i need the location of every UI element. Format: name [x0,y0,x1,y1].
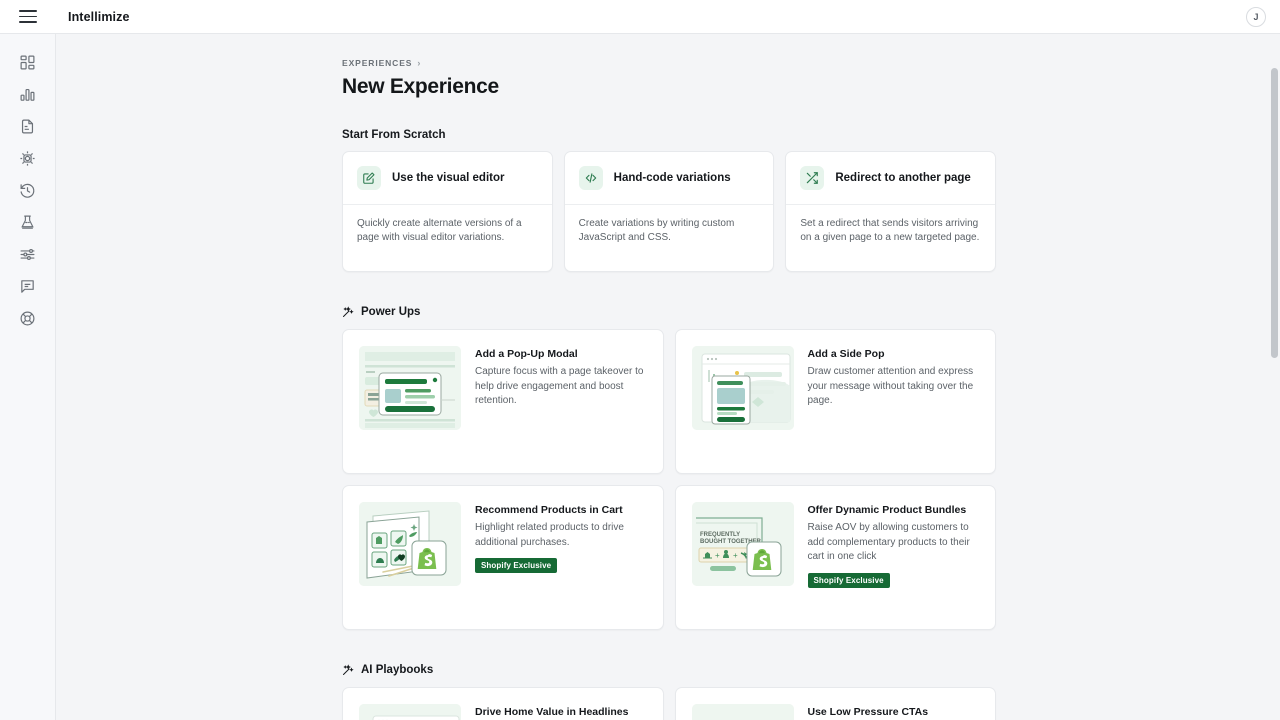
magic-wand-icon [342,306,354,318]
page-content: EXPERIENCES › New Experience Start From … [56,34,1280,720]
card-description: Quickly create alternate versions of a p… [343,205,552,259]
card-description: Highlight related products to drive addi… [475,521,647,550]
card-title: Recommend Products in Cart [475,504,647,516]
card-title: Add a Pop-Up Modal [475,348,647,360]
card-title: Offer Dynamic Product Bundles [808,504,980,516]
dashboard-grid-icon [19,54,36,71]
document-icon [19,118,36,135]
sidebar-item-settings[interactable] [0,142,56,174]
card-text: Add a Pop-Up Modal Capture focus with a … [475,346,647,409]
card-text: Recommend Products in Cart Highlight rel… [475,502,647,573]
low-pressure-cta-thumbnail: BUY NOW [692,704,794,720]
breadcrumb-link-experiences[interactable]: EXPERIENCES [342,58,412,68]
avatar[interactable]: J [1246,7,1266,27]
code-brackets-icon [579,166,603,190]
visual-editor-pencil-icon [357,166,381,190]
thumbnail-label-line1: FREQUENTLY [700,532,740,538]
history-clock-icon [19,182,36,199]
card-use-low-pressure-ctas[interactable]: BUY NOW Use Low Pressure CTAs Utilize lo… [675,687,997,720]
card-redirect-to-another-page[interactable]: Redirect to another page Set a redirect … [785,151,996,272]
power-ups-row-2: Recommend Products in Cart Highlight rel… [342,485,996,630]
card-text: Offer Dynamic Product Bundles Raise AOV … [808,502,980,588]
card-header: Use the visual editor [343,152,552,205]
card-title: Use Low Pressure CTAs [808,706,980,718]
sidebar-item-experiments[interactable] [0,206,56,238]
app-root: Intellimize J EXPERIENCES › New Experien… [0,0,1280,720]
sliders-icon [19,246,36,263]
sidebar-item-messages[interactable] [0,270,56,302]
sidebar-item-analytics[interactable] [0,78,56,110]
card-description: Set a redirect that sends visitors arriv… [786,205,995,259]
card-add-popup-modal[interactable]: Add a Pop-Up Modal Capture focus with a … [342,329,664,474]
card-title: Use the visual editor [392,172,504,184]
main-column: Intellimize J EXPERIENCES › New Experien… [56,0,1280,720]
page-title: New Experience [342,75,996,99]
card-title: Hand-code variations [614,172,731,184]
brand-logo[interactable]: Intellimize [68,10,130,24]
section-header-power-ups: Power Ups [342,306,996,318]
section-title-start-from-scratch: Start From Scratch [342,129,996,141]
card-offer-dynamic-product-bundles[interactable]: FREQUENTLY BOUGHT TOGETHER + + [675,485,997,630]
sidebar-item-controls[interactable] [0,238,56,270]
side-pop-thumbnail [692,346,794,430]
gear-chip-icon [19,150,36,167]
lifebuoy-icon [19,310,36,327]
card-text: Use Low Pressure CTAs Utilize low pressu… [808,704,980,720]
message-icon [19,278,36,295]
breadcrumb: EXPERIENCES › [342,58,996,68]
shuffle-redirect-icon [800,166,824,190]
bar-chart-icon [19,86,36,103]
card-hand-code-variations[interactable]: Hand-code variations Create variations b… [564,151,775,272]
content-scroll-area: EXPERIENCES › New Experience Start From … [56,34,1280,720]
card-header: Hand-code variations [565,152,774,205]
hamburger-icon[interactable] [19,10,37,23]
recommend-products-thumbnail [359,502,461,586]
card-title: Redirect to another page [835,172,970,184]
top-bar: Intellimize J [56,0,1280,34]
svg-text:+: + [715,551,720,560]
sidebar-nav-list [0,34,56,334]
sidebar-item-history[interactable] [0,174,56,206]
ai-playbooks-row-1: Drive Home Value in Headlines Highlighti… [342,687,996,720]
product-bundles-thumbnail: FREQUENTLY BOUGHT TOGETHER + + [692,502,794,586]
card-use-visual-editor[interactable]: Use the visual editor Quickly create alt… [342,151,553,272]
chevron-right-icon: › [417,58,421,68]
headlines-thumbnail [359,704,461,720]
card-drive-home-value-in-headlines[interactable]: Drive Home Value in Headlines Highlighti… [342,687,664,720]
card-description: Create variations by writing custom Java… [565,205,774,259]
card-title: Drive Home Value in Headlines [475,706,647,718]
section-header-ai-playbooks: AI Playbooks [342,664,996,676]
section-title-power-ups: Power Ups [361,306,420,318]
popup-modal-thumbnail [359,346,461,430]
section-title-ai-playbooks: AI Playbooks [361,664,433,676]
card-description: Capture focus with a page takeover to he… [475,365,647,409]
flask-experiment-icon [19,214,36,231]
sidebar-toggle[interactable] [0,0,56,34]
status-badge-shopify-exclusive: Shopify Exclusive [475,558,557,573]
card-description: Raise AOV by allowing customers to add c… [808,521,980,565]
start-from-scratch-row: Use the visual editor Quickly create alt… [342,151,996,272]
sidebar-item-dashboard[interactable] [0,46,56,78]
sidebar [0,0,56,720]
card-text: Drive Home Value in Headlines Highlighti… [475,704,647,720]
sidebar-item-reports[interactable] [0,110,56,142]
card-title: Add a Side Pop [808,348,980,360]
card-add-side-pop[interactable]: Add a Side Pop Draw customer attention a… [675,329,997,474]
card-header: Redirect to another page [786,152,995,205]
card-text: Add a Side Pop Draw customer attention a… [808,346,980,409]
sidebar-item-help[interactable] [0,302,56,334]
status-badge-shopify-exclusive: Shopify Exclusive [808,573,890,588]
magic-wand-icon [342,664,354,676]
power-ups-row-1: Add a Pop-Up Modal Capture focus with a … [342,329,996,474]
card-description: Draw customer attention and express your… [808,365,980,409]
svg-text:+: + [733,551,738,560]
card-recommend-products-in-cart[interactable]: Recommend Products in Cart Highlight rel… [342,485,664,630]
